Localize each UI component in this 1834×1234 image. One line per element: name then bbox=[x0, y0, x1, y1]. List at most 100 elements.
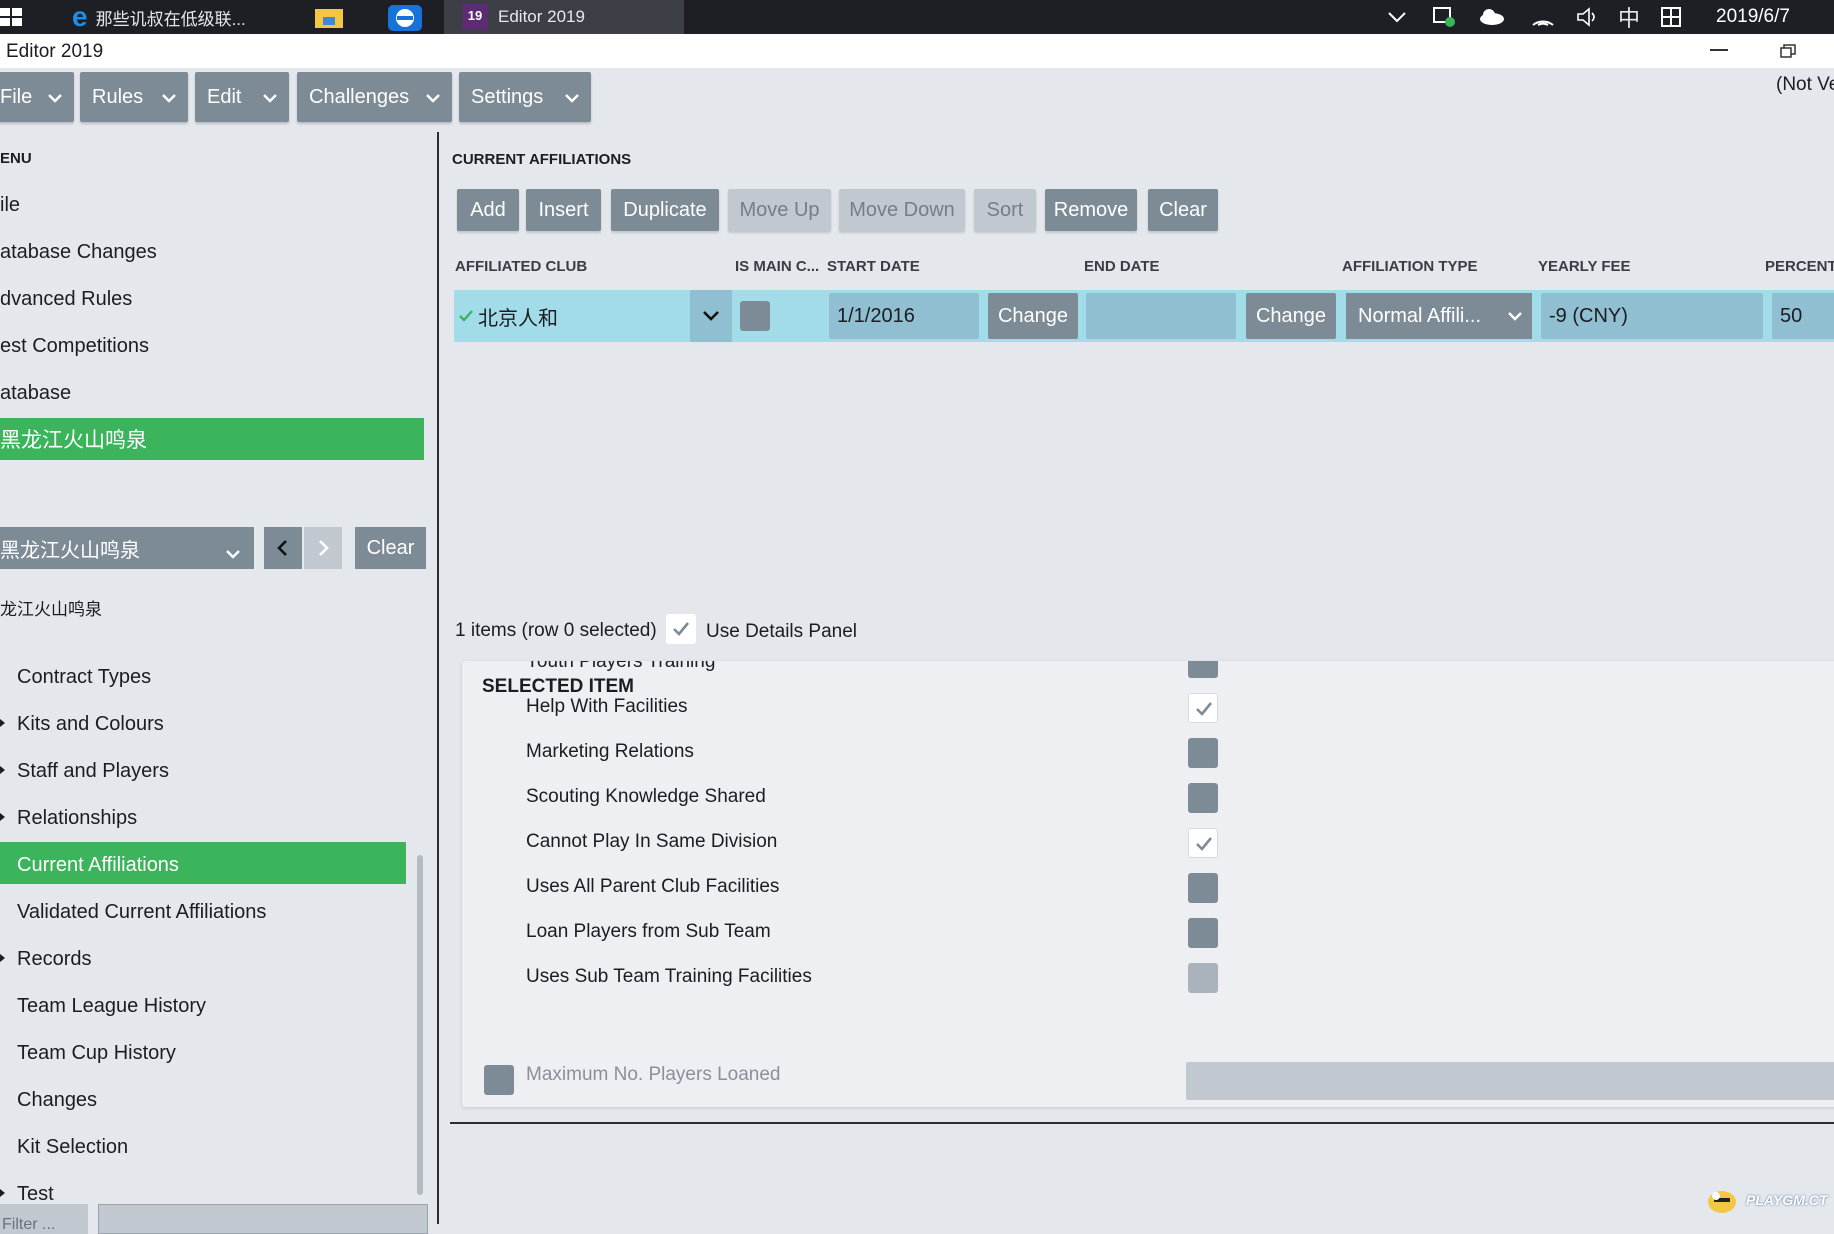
insert-button[interactable]: Insert bbox=[526, 189, 601, 231]
option-loan-players-from-sub-team-checkbox[interactable] bbox=[1188, 918, 1218, 948]
filter-input[interactable]: Filter ... bbox=[0, 1204, 88, 1234]
club-dropdown-button[interactable] bbox=[690, 290, 732, 342]
minimize-icon[interactable] bbox=[1710, 49, 1728, 51]
show-hidden-icons-icon[interactable] bbox=[1386, 0, 1408, 34]
column-header-yearly-fee[interactable]: YEARLY FEE bbox=[1538, 258, 1631, 275]
menu-challenges[interactable]: Challenges bbox=[297, 72, 452, 122]
percent-field[interactable]: 50 bbox=[1772, 293, 1834, 339]
max-players-loaned-checkbox[interactable] bbox=[484, 1065, 514, 1095]
tree-item-team-league-history[interactable]: Team League History bbox=[17, 995, 206, 1018]
table-row[interactable]: 北京人和 1/1/2016 Change Change Normal Affil… bbox=[454, 290, 1834, 342]
club-cell[interactable]: 北京人和 bbox=[454, 290, 690, 342]
is-main-club-checkbox[interactable] bbox=[740, 301, 770, 331]
tree-item-test[interactable]: Test bbox=[17, 1183, 54, 1206]
nav-item-database[interactable]: atabase bbox=[0, 382, 71, 405]
tree-item-contract-types[interactable]: Contract Types bbox=[17, 666, 151, 689]
column-header-affiliation-type[interactable]: AFFILIATION TYPE bbox=[1342, 258, 1478, 275]
chevron-down-icon bbox=[703, 311, 719, 321]
menu-edit[interactable]: Edit bbox=[195, 72, 289, 122]
nav-item-database-changes[interactable]: atabase Changes bbox=[0, 241, 157, 264]
nav-item-selected-club[interactable]: 黑龙江火山鸣泉 bbox=[0, 418, 424, 460]
volume-icon[interactable] bbox=[1576, 0, 1600, 34]
taskbar-window-browser[interactable]: e 那些讥叔在低级联... bbox=[72, 0, 246, 34]
menu-settings[interactable]: Settings bbox=[459, 72, 591, 122]
max-players-loaned-label: Maximum No. Players Loaned bbox=[526, 1064, 781, 1085]
wifi-icon[interactable] bbox=[1530, 0, 1556, 34]
option-uses-all-parent-club-facilities-checkbox[interactable] bbox=[1188, 873, 1218, 903]
tree-item-relationships[interactable]: Relationships bbox=[17, 807, 137, 830]
file-explorer-icon[interactable] bbox=[314, 5, 344, 28]
nav-item-advanced-rules[interactable]: dvanced Rules bbox=[0, 288, 132, 311]
use-details-checkbox[interactable] bbox=[666, 614, 696, 644]
previous-club-button[interactable] bbox=[264, 527, 302, 569]
option-uses-sub-team-training-facilities-checkbox[interactable] bbox=[1188, 963, 1218, 993]
tree-item-kits-and-colours[interactable]: Kits and Colours bbox=[17, 713, 164, 736]
option-scouting-knowledge-shared-checkbox[interactable] bbox=[1188, 783, 1218, 813]
option-youth-players-training-checkbox[interactable] bbox=[1188, 661, 1218, 678]
tree-item-validated-current-affiliations[interactable]: Validated Current Affiliations bbox=[17, 901, 266, 924]
column-header-start-date[interactable]: START DATE bbox=[827, 258, 920, 275]
expand-arrow-icon[interactable] bbox=[0, 766, 5, 774]
column-header-percent[interactable]: PERCENT bbox=[1765, 258, 1834, 275]
column-header-end-date[interactable]: END DATE bbox=[1084, 258, 1160, 275]
menu-challenges-label: Challenges bbox=[309, 85, 410, 108]
duplicate-button[interactable]: Duplicate bbox=[611, 189, 719, 231]
clear-button[interactable]: Clear bbox=[1148, 189, 1218, 231]
tree-item-changes[interactable]: Changes bbox=[17, 1089, 97, 1112]
tree-scrollbar[interactable] bbox=[417, 855, 423, 1195]
expand-arrow-icon[interactable] bbox=[0, 954, 5, 962]
option-cannot-play-in-same-division-checkbox[interactable] bbox=[1188, 828, 1218, 858]
chevron-right-icon bbox=[319, 540, 329, 556]
expand-arrow-icon[interactable] bbox=[0, 719, 5, 727]
ime-indicator[interactable]: 中 bbox=[1618, 0, 1640, 34]
max-players-loaned-input[interactable] bbox=[1186, 1062, 1834, 1100]
club-clear-button[interactable]: Clear bbox=[355, 527, 426, 569]
use-details-label: Use Details Panel bbox=[706, 621, 858, 642]
start-button[interactable] bbox=[0, 0, 26, 34]
option-help-with-facilities-checkbox[interactable] bbox=[1188, 693, 1218, 723]
menu-edit-label: Edit bbox=[207, 85, 242, 108]
tree-item-staff-and-players[interactable]: Staff and Players bbox=[17, 760, 169, 783]
nav-item-test-competitions[interactable]: est Competitions bbox=[0, 335, 149, 358]
yearly-fee-field[interactable]: -9 (CNY) bbox=[1541, 293, 1763, 339]
taskbar-window-editor[interactable]: 19 Editor 2019 bbox=[444, 0, 684, 34]
move-down-button[interactable]: Move Down bbox=[839, 189, 965, 231]
filter-placeholder: Filter ... bbox=[2, 1216, 56, 1233]
onedrive-cloud-icon[interactable] bbox=[1478, 0, 1506, 34]
end-date-field[interactable] bbox=[1086, 293, 1236, 339]
add-button[interactable]: Add bbox=[457, 189, 519, 231]
menu-file[interactable]: File bbox=[0, 72, 74, 122]
teamviewer-icon[interactable] bbox=[388, 5, 422, 31]
tree-item-current-affiliations[interactable]: Current Affiliations bbox=[17, 854, 179, 877]
windows-taskbar: e 那些讥叔在低级联... 19 Editor 2019 中 2019/6/7 bbox=[0, 0, 1834, 34]
end-date-change-button[interactable]: Change bbox=[1246, 293, 1336, 339]
club-dropdown[interactable]: 黑龙江火山鸣泉 bbox=[0, 527, 254, 569]
tree-item-records[interactable]: Records bbox=[17, 948, 91, 971]
sort-button[interactable]: Sort bbox=[974, 189, 1036, 231]
menu-rules[interactable]: Rules bbox=[80, 72, 188, 122]
option-uses-all-parent-club-facilities-label: Uses All Parent Club Facilities bbox=[526, 876, 780, 897]
affiliation-type-dropdown[interactable]: Normal Affili... bbox=[1346, 293, 1532, 339]
move-up-button[interactable]: Move Up bbox=[728, 189, 831, 231]
next-club-button[interactable] bbox=[304, 527, 342, 569]
club-cell-value: 北京人和 bbox=[478, 307, 558, 330]
filter-field-wide[interactable] bbox=[98, 1204, 428, 1234]
tree-item-team-cup-history[interactable]: Team Cup History bbox=[17, 1042, 176, 1065]
expand-arrow-icon[interactable] bbox=[0, 1189, 5, 1197]
security-icon[interactable] bbox=[1432, 0, 1456, 34]
chevron-down-icon bbox=[162, 86, 176, 109]
panel-divider bbox=[437, 132, 439, 1224]
taskbar-clock[interactable]: 2019/6/7 bbox=[1716, 6, 1790, 28]
start-date-change-button[interactable]: Change bbox=[988, 293, 1078, 339]
expand-arrow-icon[interactable] bbox=[0, 813, 5, 821]
start-date-field[interactable]: 1/1/2016 bbox=[829, 293, 979, 339]
bottom-divider bbox=[450, 1122, 1834, 1124]
restore-icon[interactable] bbox=[1780, 44, 1796, 58]
option-marketing-relations-checkbox[interactable] bbox=[1188, 738, 1218, 768]
column-header-affiliated-club[interactable]: AFFILIATED CLUB bbox=[455, 258, 587, 275]
input-mode-icon[interactable] bbox=[1660, 0, 1682, 34]
tree-item-kit-selection[interactable]: Kit Selection bbox=[17, 1136, 128, 1159]
nav-item-file[interactable]: ile bbox=[0, 194, 20, 217]
column-header-is-main-club[interactable]: IS MAIN C... bbox=[735, 258, 819, 275]
remove-button[interactable]: Remove bbox=[1045, 189, 1137, 231]
